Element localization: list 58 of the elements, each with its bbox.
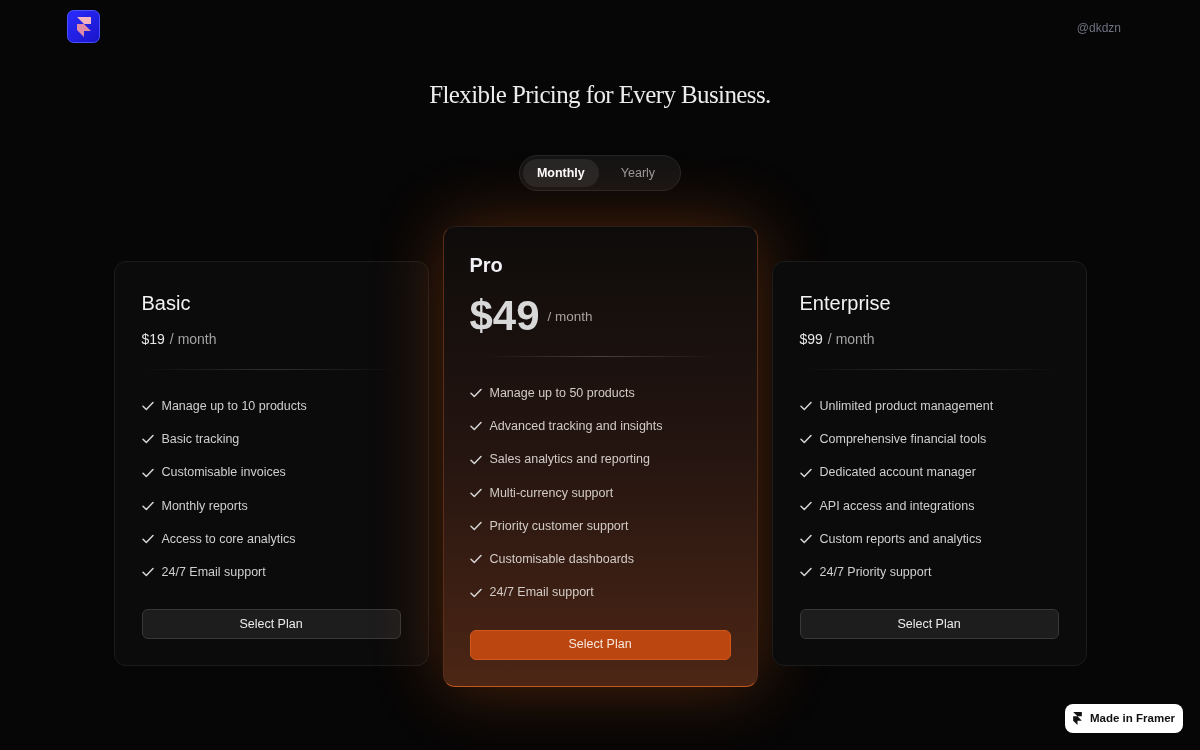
plan-price: $19	[141, 330, 165, 349]
select-plan-button[interactable]: Select Plan	[469, 629, 731, 660]
feature-text: Dedicated account manager	[819, 464, 976, 482]
plan-name: Enterprise	[799, 291, 891, 316]
check-icon	[141, 401, 154, 411]
feature-text: Multi-currency support	[489, 484, 614, 502]
check-icon	[141, 467, 154, 478]
plan-name: Basic	[141, 291, 191, 316]
feature-text: Custom reports and analytics	[819, 530, 982, 548]
check-icon	[469, 521, 482, 532]
feature-text: Customisable invoices	[161, 464, 286, 482]
check-icon	[469, 421, 482, 432]
check-icon	[141, 500, 154, 511]
page-title: Flexible Pricing for Every Business.	[429, 80, 771, 110]
feature-text: Unlimited product management	[819, 397, 994, 415]
check-icon	[469, 487, 482, 498]
check-icon	[799, 401, 812, 411]
plan-price: $99	[799, 330, 823, 349]
badge-label: Made in Framer	[1090, 710, 1175, 726]
feature-text: Advanced tracking and insights	[489, 417, 663, 435]
billing-period: / month	[827, 330, 875, 349]
billing-tab[interactable]: Monthly	[522, 159, 599, 187]
author-handle[interactable]: @dkdzn	[1076, 19, 1121, 37]
select-plan-button[interactable]: Select Plan	[799, 609, 1059, 640]
check-icon	[141, 567, 154, 578]
feature-text: 24/7 Email support	[489, 584, 594, 602]
feature-text: Access to core analytics	[161, 530, 296, 548]
feature-text: Customisable dashboards	[489, 551, 635, 569]
check-icon	[141, 434, 154, 445]
feature-text: 24/7 Email support	[161, 564, 266, 582]
billing-period: / month	[169, 330, 217, 349]
check-icon	[469, 454, 482, 465]
billing-period: / month	[547, 307, 593, 326]
check-icon	[469, 587, 482, 598]
feature-text: Monthly reports	[161, 497, 248, 515]
billing-tab[interactable]: Yearly	[598, 159, 678, 187]
check-icon	[799, 567, 812, 578]
feature-text: API access and integrations	[819, 497, 975, 515]
made-in-framer-badge[interactable]: Made in Framer	[1065, 704, 1183, 733]
check-icon	[469, 554, 482, 565]
feature-text: Manage up to 50 products	[489, 384, 635, 402]
feature-text: 24/7 Priority support	[819, 564, 932, 582]
feature-text: Basic tracking	[161, 430, 240, 448]
check-icon	[799, 467, 812, 478]
feature-text: Manage up to 10 products	[161, 397, 307, 415]
check-icon	[799, 434, 812, 445]
plan-price: $49	[469, 292, 540, 340]
check-icon	[799, 500, 812, 511]
logo-icon[interactable]	[67, 10, 100, 43]
feature-text: Priority customer support	[489, 517, 629, 535]
check-icon	[799, 534, 812, 545]
check-icon	[469, 388, 482, 398]
feature-text: Sales analytics and reporting	[489, 451, 650, 469]
framer-icon	[1073, 712, 1082, 725]
check-icon	[141, 534, 154, 545]
plan-name: Pro	[469, 253, 503, 278]
feature-text: Comprehensive financial tools	[819, 430, 987, 448]
select-plan-button[interactable]: Select Plan	[141, 609, 401, 640]
